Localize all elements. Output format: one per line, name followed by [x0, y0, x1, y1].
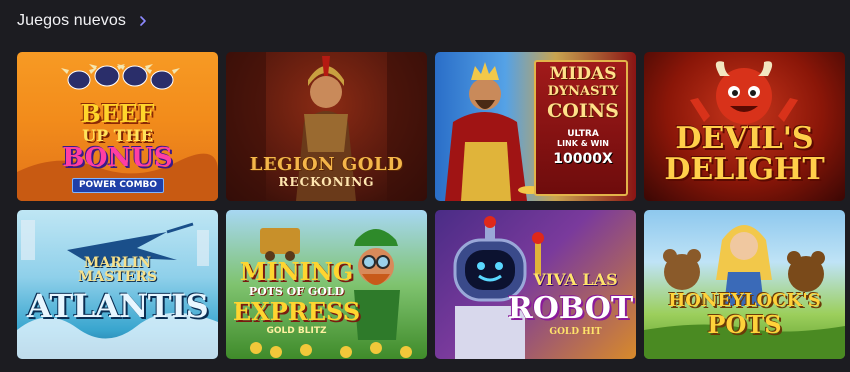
section-title: Juegos nuevos — [17, 12, 126, 29]
game-logo-line: POTS OF GOLD — [248, 285, 345, 298]
game-logo-line: HONEYLOCK'S — [668, 290, 821, 311]
new-games-section: Juegos nuevos BEEF UP THE BONUS POWER CO… — [0, 0, 850, 372]
game-logo-line: EXPRESS — [232, 297, 361, 326]
game-logo-line: UP THE — [82, 126, 153, 145]
games-grid: BEEF UP THE BONUS POWER COMBO LEGION GOL… — [17, 52, 845, 359]
game-tile-viva-las-robot[interactable]: VIVA LAS ROBOT GOLD HIT — [435, 210, 636, 359]
game-logo-line: BONUS — [62, 143, 173, 173]
game-logo-line: VIVA LAS — [533, 270, 618, 289]
game-tile-marlin-masters-atlantis[interactable]: MARLIN MASTERS ATLANTIS — [17, 210, 218, 359]
game-logo-line: COINS — [547, 100, 619, 122]
game-logo-line: POTS — [707, 310, 782, 339]
game-logo-line: ROBOT — [507, 291, 634, 326]
game-tile-honeylocks-pots[interactable]: HONEYLOCK'S POTS — [644, 210, 845, 359]
game-tile-legion-gold[interactable]: LEGION GOLD RECKONING — [226, 52, 427, 201]
game-tag: ULTRA — [567, 129, 599, 139]
game-logo-line: DYNASTY — [547, 84, 619, 99]
game-logo-line: DELIGHT — [664, 152, 825, 187]
game-logo-line: MINING — [239, 257, 354, 286]
game-logo-line: RECKONING — [278, 175, 375, 189]
game-logo-line: GOLD HIT — [549, 327, 602, 337]
chevron-right-icon[interactable] — [136, 14, 150, 28]
game-logo-line: MASTERS — [77, 269, 158, 285]
game-badge: POWER COMBO — [72, 178, 164, 193]
game-tile-devils-delight[interactable]: DEVIL'S DELIGHT — [644, 52, 845, 201]
game-logo-line: MARLIN — [83, 255, 152, 271]
game-tile-beef-up-the-bonus[interactable]: BEEF UP THE BONUS POWER COMBO — [17, 52, 218, 201]
game-logo-line: BEEF — [80, 99, 155, 128]
game-tag: GOLD BLITZ — [266, 326, 327, 336]
game-tile-midas-dynasty-coins[interactable]: MIDAS DYNASTY COINS ULTRA LINK & WIN 100… — [435, 52, 636, 201]
game-logo-line: DEVIL'S — [675, 121, 814, 156]
game-logo-line: MIDAS — [549, 64, 617, 84]
game-logo-line: ATLANTIS — [26, 287, 209, 325]
game-tag: 10000X — [553, 151, 613, 167]
game-logo-line: LEGION GOLD — [249, 154, 404, 175]
section-header: Juegos nuevos — [17, 10, 150, 32]
game-tag: LINK & WIN — [556, 139, 609, 148]
game-tile-mining-pots-of-gold-express[interactable]: MINING POTS OF GOLD EXPRESS GOLD BLITZ — [226, 210, 427, 359]
